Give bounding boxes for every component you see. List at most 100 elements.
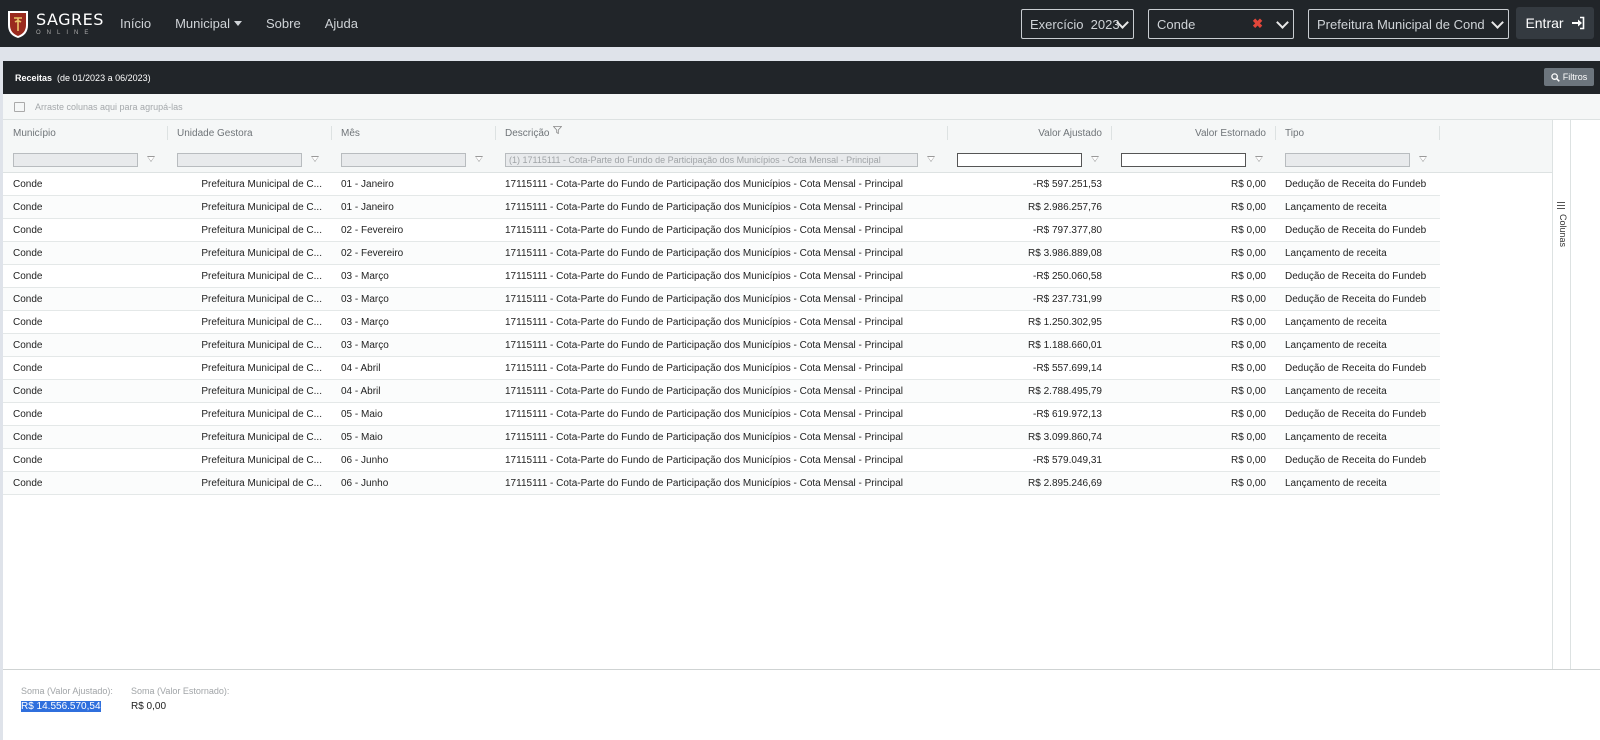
municipio-select[interactable]: Conde ✖	[1148, 9, 1294, 39]
filter-unidade-input[interactable]	[177, 153, 302, 167]
cell-valor-estornado: R$ 0,00	[1230, 408, 1266, 420]
nav-municipal-dropdown[interactable]: Municipal	[175, 16, 242, 31]
filter-mes-input[interactable]	[341, 153, 466, 167]
col-header-municipio[interactable]: Município	[13, 120, 163, 146]
col-header-unidade-gestora[interactable]: Unidade Gestora	[177, 120, 327, 146]
cell-tipo: Lançamento de receita	[1285, 339, 1387, 351]
group-hint: Arraste colunas aqui para agrupá-las	[35, 101, 183, 112]
cell-valor-ajustado: R$ 2.895.246,69	[1028, 477, 1102, 489]
exercicio-value: Exercício 2023	[1030, 16, 1120, 32]
cell-valor-ajustado: -R$ 579.049,31	[1033, 454, 1102, 466]
filter-tipo-input[interactable]	[1285, 153, 1410, 167]
cell-municipio: Conde	[13, 224, 43, 236]
exercicio-select[interactable]: Exercício 2023	[1021, 9, 1134, 39]
clear-selection-icon[interactable]: ✖	[1252, 16, 1263, 32]
cell-descricao: 17115111 - Cota-Parte do Fundo de Partic…	[505, 339, 903, 351]
sum-estornado: Soma (Valor Estornado): R$ 0,00	[131, 686, 229, 714]
cell-valor-ajustado: -R$ 597.251,53	[1033, 178, 1102, 190]
cell-unidade-gestora: Prefeitura Municipal de C...	[201, 339, 322, 351]
filter-icon[interactable]	[1091, 156, 1099, 162]
nav-sobre[interactable]: Sobre	[266, 16, 301, 31]
cell-unidade-gestora: Prefeitura Municipal de C...	[201, 247, 322, 259]
data-grid: Município Unidade Gestora Mês Descrição …	[3, 120, 1552, 669]
nav-inicio[interactable]: Início	[120, 16, 151, 31]
filter-descricao-input[interactable]: (1) 17115111 - Cota-Parte do Fundo de Pa…	[505, 153, 918, 167]
table-row[interactable]: Conde Prefeitura Municipal de C... 04 - Ab…	[3, 380, 1440, 403]
table-row[interactable]: Conde Prefeitura Municipal de C... 06 - Ju…	[3, 472, 1440, 495]
column-separator[interactable]	[1111, 126, 1112, 140]
cell-municipio: Conde	[13, 454, 43, 466]
table-row[interactable]: Conde Prefeitura Municipal de C... 05 - Ma…	[3, 403, 1440, 426]
filter-icon[interactable]	[1255, 156, 1263, 162]
nav-municipal-label: Municipal	[175, 16, 230, 31]
col-header-mes[interactable]: Mês	[341, 120, 491, 146]
column-separator[interactable]	[1439, 126, 1440, 140]
column-separator[interactable]	[331, 126, 332, 140]
table-row[interactable]: Conde Prefeitura Municipal de C... 05 - Ma…	[3, 426, 1440, 449]
nav-ajuda[interactable]: Ajuda	[325, 16, 358, 31]
col-header-valor-ajustado[interactable]: Valor Ajustado	[957, 120, 1102, 146]
entrar-button[interactable]: Entrar	[1516, 7, 1594, 39]
column-separator[interactable]	[167, 126, 168, 140]
filter-municipio-input[interactable]	[13, 153, 138, 167]
colunas-tab[interactable]: Colunas	[1553, 120, 1571, 669]
filter-active-icon	[553, 126, 563, 134]
table-row[interactable]: Conde Prefeitura Municipal de C... 02 - Fe…	[3, 242, 1440, 265]
filter-icon[interactable]	[475, 156, 483, 162]
cell-valor-estornado: R$ 0,00	[1230, 270, 1266, 282]
cell-tipo: Lançamento de receita	[1285, 385, 1387, 397]
col-header-tipo[interactable]: Tipo	[1285, 120, 1435, 146]
sum-ajustado: Soma (Valor Ajustado): R$ 14.556.570,54	[21, 686, 113, 714]
table-row[interactable]: Conde Prefeitura Municipal de C... 03 - Ma…	[3, 265, 1440, 288]
sagres-logo[interactable]: SAGRES ONLINE	[6, 9, 106, 39]
cell-descricao: 17115111 - Cota-Parte do Fundo de Partic…	[505, 293, 903, 305]
cell-municipio: Conde	[13, 201, 43, 213]
cell-municipio: Conde	[13, 247, 43, 259]
table-row[interactable]: Conde Prefeitura Municipal de C... 06 - Ju…	[3, 449, 1440, 472]
grid-footer: Soma (Valor Ajustado): R$ 14.556.570,54 …	[3, 669, 1600, 740]
sum-ajustado-value: R$ 14.556.570,54	[21, 701, 101, 712]
cell-descricao: 17115111 - Cota-Parte do Fundo de Partic…	[505, 224, 903, 236]
filtros-label: Filtros	[1562, 72, 1588, 82]
cell-tipo: Lançamento de receita	[1285, 247, 1387, 259]
filtros-button[interactable]: Filtros	[1544, 68, 1594, 86]
chevron-down-icon	[1276, 16, 1289, 29]
cell-mes: 03 - Março	[341, 339, 389, 351]
cell-unidade-gestora: Prefeitura Municipal de C...	[201, 270, 322, 282]
cell-municipio: Conde	[13, 178, 43, 190]
cell-valor-ajustado: -R$ 797.377,80	[1033, 224, 1102, 236]
cell-tipo: Lançamento de receita	[1285, 477, 1387, 489]
filter-icon[interactable]	[147, 156, 155, 162]
caret-down-icon	[234, 21, 242, 26]
side-panel: Colunas	[1552, 120, 1600, 669]
table-row[interactable]: Conde Prefeitura Municipal de C... 03 - Ma…	[3, 334, 1440, 357]
col-header-valor-estornado[interactable]: Valor Estornado	[1121, 120, 1266, 146]
cell-descricao: 17115111 - Cota-Parte do Fundo de Partic…	[505, 385, 903, 397]
colunas-label: Colunas	[1558, 214, 1568, 248]
table-row[interactable]: Conde Prefeitura Municipal de C... 04 - Ab…	[3, 357, 1440, 380]
filter-icon[interactable]	[927, 156, 935, 162]
cell-unidade-gestora: Prefeitura Municipal de C...	[201, 362, 322, 374]
table-row[interactable]: Conde Prefeitura Municipal de C... 02 - Fe…	[3, 219, 1440, 242]
panel-title: Receitas	[15, 72, 53, 83]
table-row[interactable]: Conde Prefeitura Municipal de C... 03 - Ma…	[3, 288, 1440, 311]
column-separator[interactable]	[1275, 126, 1276, 140]
column-separator[interactable]	[947, 126, 948, 140]
filter-valor-ajustado-input[interactable]	[957, 153, 1082, 167]
col-header-descricao[interactable]: Descrição	[505, 120, 585, 146]
nav-sobre-label: Sobre	[266, 16, 301, 31]
orgao-select[interactable]: Prefeitura Municipal de Conde	[1308, 9, 1509, 39]
cell-unidade-gestora: Prefeitura Municipal de C...	[201, 431, 322, 443]
table-row[interactable]: Conde Prefeitura Municipal de C... 01 - Ja…	[3, 196, 1440, 219]
group-drop-zone[interactable]: Arraste colunas aqui para agrupá-las	[3, 94, 1600, 120]
cell-valor-estornado: R$ 0,00	[1230, 362, 1266, 374]
column-separator[interactable]	[495, 126, 496, 140]
table-row[interactable]: Conde Prefeitura Municipal de C... 01 - Ja…	[3, 173, 1440, 196]
filter-icon[interactable]	[1419, 156, 1427, 162]
table-row[interactable]: Conde Prefeitura Municipal de C... 03 - Ma…	[3, 311, 1440, 334]
filter-valor-estornado-input[interactable]	[1121, 153, 1246, 167]
search-icon	[1550, 72, 1560, 82]
cell-municipio: Conde	[13, 362, 43, 374]
filter-icon[interactable]	[311, 156, 319, 162]
municipio-value: Conde	[1157, 16, 1196, 32]
